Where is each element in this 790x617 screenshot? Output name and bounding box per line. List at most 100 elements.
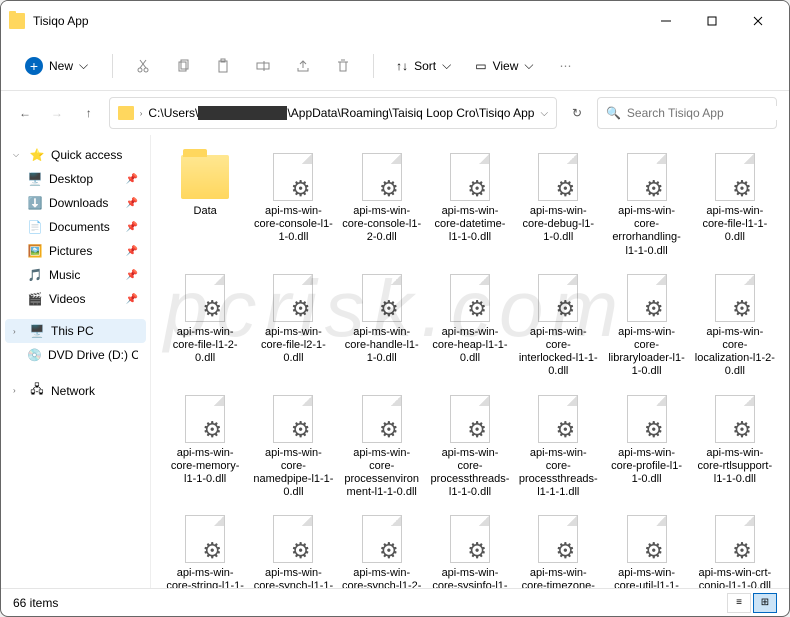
file-item[interactable]: ⚙api-ms-win-core-profile-l1-1-0.dll [604, 389, 688, 506]
dll-icon: ⚙ [715, 515, 755, 563]
new-button[interactable]: + New ⌵ [13, 51, 100, 81]
paste-button[interactable] [205, 48, 241, 84]
copy-button[interactable] [165, 48, 201, 84]
item-icon: ⬇️ [27, 196, 43, 210]
address-bar[interactable]: › C:\Users\██████████\AppData\Roaming\Ta… [109, 97, 557, 129]
cut-button[interactable] [125, 48, 161, 84]
sidebar-item-music[interactable]: 🎵Music📌 [5, 263, 146, 287]
up-button[interactable]: ↑ [77, 97, 101, 129]
dll-icon: ⚙ [362, 395, 402, 443]
refresh-button[interactable]: ↻ [565, 97, 589, 129]
thispc-label: This PC [51, 324, 94, 338]
file-item[interactable]: ⚙api-ms-win-core-file-l2-1-0.dll [251, 268, 335, 385]
file-label: api-ms-win-core-localization-l1-2-0.dll [695, 326, 775, 379]
toolbar: + New ⌵ ↑↓ Sort ⌵ ▭ View ⌵ ⋯ [1, 41, 789, 91]
search-box[interactable]: 🔍 [597, 97, 777, 129]
file-label: api-ms-win-core-console-l1-2-0.dll [342, 205, 422, 245]
file-label: api-ms-win-core-util-l1-1-0.dll [606, 567, 686, 588]
file-label: api-ms-win-crt-conio-l1-1-0.dll [695, 567, 775, 588]
sidebar-item-videos[interactable]: 🎬Videos📌 [5, 287, 146, 311]
file-item[interactable]: ⚙api-ms-win-core-processthreads-l1-1-1.d… [516, 389, 600, 506]
more-button[interactable]: ⋯ [548, 48, 584, 84]
file-item[interactable]: ⚙api-ms-win-core-rtlsupport-l1-1-0.dll [693, 389, 777, 506]
file-label: api-ms-win-core-memory-l1-1-0.dll [165, 447, 245, 487]
file-item[interactable]: ⚙api-ms-win-core-localization-l1-2-0.dll [693, 268, 777, 385]
file-label: api-ms-win-core-synch-l1-2-0.dll [342, 567, 422, 588]
sidebar-item-downloads[interactable]: ⬇️Downloads📌 [5, 191, 146, 215]
dll-icon: ⚙ [273, 395, 313, 443]
file-item[interactable]: ⚙api-ms-win-core-datetime-l1-1-0.dll [428, 147, 512, 264]
file-item[interactable]: ⚙api-ms-win-core-util-l1-1-0.dll [604, 509, 688, 588]
chevron-down-icon: ⌵ [442, 58, 451, 73]
item-label: Pictures [49, 244, 92, 258]
file-item[interactable]: ⚙api-ms-win-core-libraryloader-l1-1-0.dl… [604, 268, 688, 385]
file-item[interactable]: ⚙api-ms-win-core-file-l1-2-0.dll [163, 268, 247, 385]
item-icon: 📄 [27, 220, 43, 234]
file-item[interactable]: ⚙api-ms-win-core-processthreads-l1-1-0.d… [428, 389, 512, 506]
delete-button[interactable] [325, 48, 361, 84]
icons-view-button[interactable]: ⊞ [753, 593, 777, 613]
item-label: Documents [49, 220, 110, 234]
file-item[interactable]: ⚙api-ms-win-core-errorhandling-l1-1-0.dl… [604, 147, 688, 264]
dll-icon: ⚙ [450, 395, 490, 443]
maximize-button[interactable] [689, 5, 735, 37]
statusbar: 66 items ≡ ⊞ [1, 588, 789, 616]
forward-button[interactable]: → [45, 97, 69, 129]
sidebar-item-documents[interactable]: 📄Documents📌 [5, 215, 146, 239]
view-button[interactable]: ▭ View ⌵ [465, 52, 543, 79]
sidebar: ⌵ ⭐ Quick access 🖥️Desktop📌⬇️Downloads📌 📄… [1, 135, 151, 588]
sort-button[interactable]: ↑↓ Sort ⌵ [386, 52, 461, 79]
dll-icon: ⚙ [627, 395, 667, 443]
file-item[interactable]: ⚙api-ms-win-core-file-l1-1-0.dll [693, 147, 777, 264]
back-button[interactable]: ← [13, 97, 37, 129]
file-item[interactable]: ⚙api-ms-win-core-interlocked-l1-1-0.dll [516, 268, 600, 385]
folder-item[interactable]: Data [163, 147, 247, 264]
file-item[interactable]: ⚙api-ms-win-core-string-l1-1-0.dll [163, 509, 247, 588]
folder-icon [181, 155, 229, 199]
dll-icon: ⚙ [715, 153, 755, 201]
sidebar-network[interactable]: › 🖧 Network [5, 375, 146, 406]
file-item[interactable]: ⚙api-ms-win-core-console-l1-2-0.dll [340, 147, 424, 264]
dll-icon: ⚙ [627, 153, 667, 201]
file-item[interactable]: ⚙api-ms-win-core-processenvironment-l1-1… [340, 389, 424, 506]
rename-button[interactable] [245, 48, 281, 84]
file-item[interactable]: ⚙api-ms-win-core-memory-l1-1-0.dll [163, 389, 247, 506]
view-icon: ▭ [475, 59, 486, 73]
sort-icon: ↑↓ [396, 59, 408, 73]
chevron-down-icon: ⌵ [79, 58, 88, 73]
sidebar-quick-access[interactable]: ⌵ ⭐ Quick access [5, 143, 146, 167]
separator [373, 54, 374, 78]
share-button[interactable] [285, 48, 321, 84]
file-item[interactable]: ⚙api-ms-win-core-handle-l1-1-0.dll [340, 268, 424, 385]
sort-label: Sort [414, 59, 436, 73]
dll-icon: ⚙ [273, 515, 313, 563]
address-path: C:\Users\██████████\AppData\Roaming\Tais… [148, 106, 534, 120]
search-input[interactable] [627, 106, 782, 120]
item-icon: 🎬 [27, 292, 43, 306]
dvd-label: DVD Drive (D:) CCCC [48, 348, 138, 362]
close-button[interactable] [735, 5, 781, 37]
sidebar-item-desktop[interactable]: 🖥️Desktop📌 [5, 167, 146, 191]
chevron-down-icon[interactable]: ⌵ [540, 108, 548, 119]
file-item[interactable]: ⚙api-ms-win-core-synch-l1-2-0.dll [340, 509, 424, 588]
file-item[interactable]: ⚙api-ms-win-core-debug-l1-1-0.dll [516, 147, 600, 264]
network-label: Network [51, 384, 95, 398]
folder-icon [9, 13, 25, 29]
window-controls [643, 5, 781, 37]
chevron-right-icon: › [13, 386, 23, 395]
file-item[interactable]: ⚙ api-ms-win-crt-conio-l1-1-0.dll [693, 509, 777, 588]
plus-icon: + [25, 57, 43, 75]
file-item[interactable]: ⚙api-ms-win-core-namedpipe-l1-1-0.dll [251, 389, 335, 506]
sidebar-dvd[interactable]: 💿 DVD Drive (D:) CCCC [5, 343, 146, 367]
dll-icon: ⚙ [362, 153, 402, 201]
sidebar-item-pictures[interactable]: 🖼️Pictures📌 [5, 239, 146, 263]
file-item[interactable]: ⚙api-ms-win-core-timezone-l1-1-0.dll [516, 509, 600, 588]
sidebar-this-pc[interactable]: › 🖥️ This PC [5, 319, 146, 343]
file-label: api-ms-win-core-file-l1-2-0.dll [165, 326, 245, 366]
file-item[interactable]: ⚙api-ms-win-core-synch-l1-1-0.dll [251, 509, 335, 588]
file-item[interactable]: ⚙api-ms-win-core-heap-l1-1-0.dll [428, 268, 512, 385]
file-item[interactable]: ⚙api-ms-win-core-console-l1-1-0.dll [251, 147, 335, 264]
details-view-button[interactable]: ≡ [727, 593, 751, 613]
file-item[interactable]: ⚙api-ms-win-core-sysinfo-l1-1-0.dll [428, 509, 512, 588]
minimize-button[interactable] [643, 5, 689, 37]
